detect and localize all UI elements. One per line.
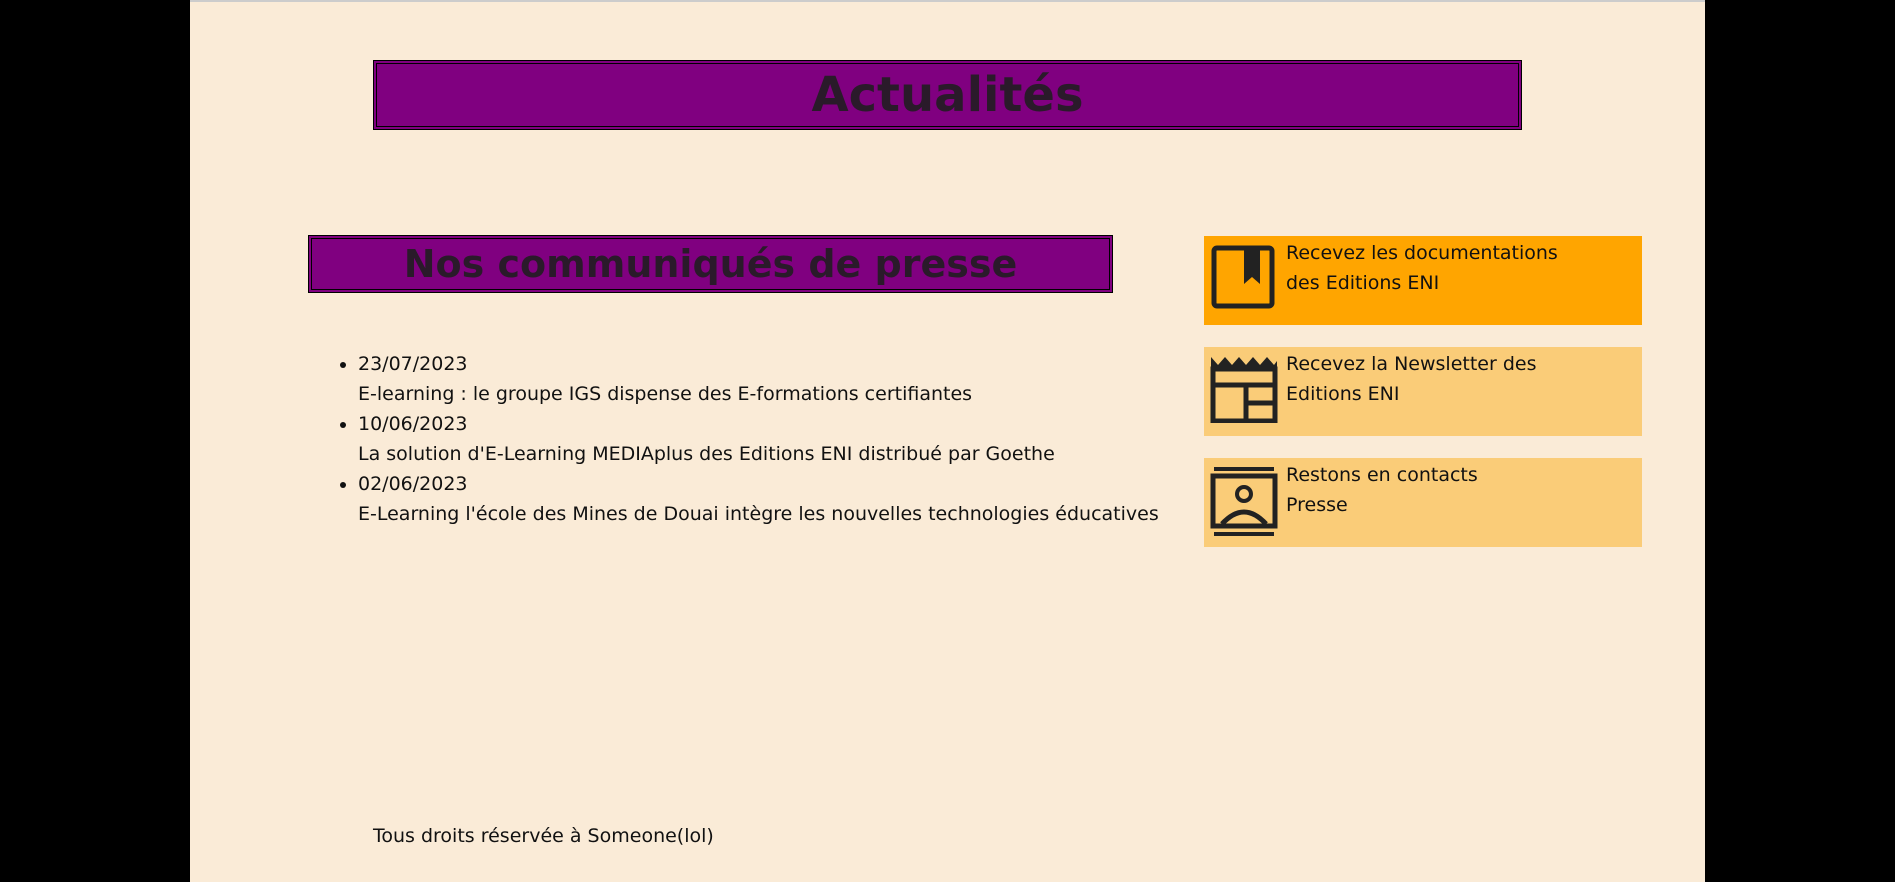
newspaper-icon — [1210, 355, 1278, 424]
press-section-title: Nos communiqués de presse — [308, 235, 1113, 293]
press-date: 02/06/2023 — [358, 473, 468, 495]
card-text: Recevez les documentations des Editions … — [1286, 238, 1576, 298]
card-text: Recevez la Newsletter des Editions ENI — [1286, 349, 1576, 409]
card-line: Editions ENI — [1286, 383, 1400, 405]
contact-icon — [1210, 466, 1278, 536]
card-line: des Editions ENI — [1286, 272, 1440, 294]
page-title-banner: Actualités — [373, 60, 1522, 130]
card-line: Presse — [1286, 494, 1348, 516]
card-line: Recevez les documentations — [1286, 242, 1558, 264]
footer-text: Tous droits réservée à Someone(lol) — [373, 825, 714, 847]
card-line: Restons en contacts — [1286, 464, 1478, 486]
card-line: Recevez la Newsletter des — [1286, 353, 1537, 375]
press-headline[interactable]: E-learning : le groupe IGS dispense des … — [358, 379, 1159, 409]
press-list: 23/07/2023 E-learning : le groupe IGS di… — [338, 349, 1159, 529]
contact-card[interactable]: Restons en contacts Presse — [1204, 458, 1642, 547]
press-date: 10/06/2023 — [358, 413, 468, 435]
newsletter-card[interactable]: Recevez la Newsletter des Editions ENI — [1204, 347, 1642, 436]
list-item[interactable]: 23/07/2023 E-learning : le groupe IGS di… — [358, 349, 1159, 409]
list-item[interactable]: 10/06/2023 La solution d'E-Learning MEDI… — [358, 409, 1159, 469]
page-title: Actualités — [811, 67, 1084, 123]
documentation-card[interactable]: Recevez les documentations des Editions … — [1204, 236, 1642, 325]
page-container: Actualités Nos communiqués de presse 23/… — [190, 0, 1705, 882]
press-headline[interactable]: E-Learning l'école des Mines de Douai in… — [358, 499, 1159, 529]
card-text: Restons en contacts Presse — [1286, 460, 1576, 520]
press-date: 23/07/2023 — [358, 353, 468, 375]
press-headline[interactable]: La solution d'E-Learning MEDIAplus des E… — [358, 439, 1159, 469]
bookmark-icon — [1210, 244, 1278, 312]
list-item[interactable]: 02/06/2023 E-Learning l'école des Mines … — [358, 469, 1159, 529]
